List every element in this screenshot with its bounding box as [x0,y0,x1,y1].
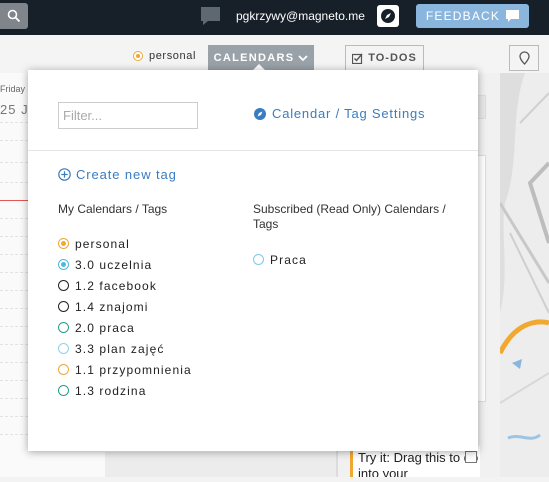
todos-button[interactable]: TO-DOS [345,45,424,71]
calendar-item[interactable]: 1.1 przypomnienia [58,359,192,380]
calendar-label: 2.0 praca [75,320,135,335]
search-button[interactable] [0,3,28,29]
legend-label: personal [149,50,196,62]
chevron-down-icon [298,54,309,61]
feedback-button[interactable]: FEEDBACK [416,4,529,28]
calendar-item[interactable]: 2.0 praca [58,317,192,338]
calendar-color-dot[interactable] [58,280,69,291]
checkbox-icon [352,53,363,64]
subscribed-list: Praca [253,249,307,270]
calendar-item[interactable]: personal [58,233,192,254]
calendar-settings-link[interactable]: Calendar / Tag Settings [254,106,425,121]
calendar-color-dot[interactable] [253,254,264,265]
map-pin-button[interactable] [509,45,539,71]
calendar-color-dot[interactable] [58,364,69,375]
calendar-color-dot[interactable] [58,322,69,333]
all-day-strip [105,452,340,477]
calendar-item[interactable]: 3.0 uczelnia [58,254,192,275]
calendar-item[interactable]: 1.4 znajomi [58,296,192,317]
todo-checkbox[interactable] [465,451,477,463]
my-calendars-list: personal 3.0 uczelnia 1.2 facebook 1.4 z… [58,233,192,401]
calendars-popover: Calendar / Tag Settings Create new tag M… [28,70,478,451]
create-tag-label: Create new tag [76,167,177,182]
todo-text: Try it: Drag this to do into your [358,450,479,477]
top-bar: pgkrzywy@magneto.me FEEDBACK [0,0,549,35]
calendar-label: 1.4 znajomi [75,299,149,314]
map-panel[interactable] [497,73,549,477]
calendars-label: CALENDARS [213,52,295,64]
calendar-label: 3.0 uczelnia [75,257,153,272]
personal-legend-dot [133,51,143,61]
calendar-color-dot[interactable] [58,259,69,270]
compass-button[interactable] [377,5,399,27]
map-pin-icon [518,51,530,65]
chat-icon[interactable] [200,6,221,31]
calendar-label: 3.3 plan zajęć [75,341,165,356]
settings-label: Calendar / Tag Settings [272,106,426,121]
search-icon [7,9,21,23]
plus-circle-icon [58,168,71,181]
calendar-color-dot[interactable] [58,238,69,249]
compass-icon [254,107,266,120]
calendar-label: 1.1 przypomnienia [75,362,192,377]
todos-label: TO-DOS [368,52,417,64]
map-image [497,73,549,477]
my-calendars-title: My Calendars / Tags [58,202,168,216]
calendar-item[interactable]: 1.3 rodzina [58,380,192,401]
day-label: Friday [0,84,26,94]
calendar-label: 1.3 rodzina [75,383,147,398]
compass-icon [381,9,395,23]
feedback-label: FEEDBACK [425,9,501,23]
subscribed-item[interactable]: Praca [253,249,307,270]
create-tag-button[interactable]: Create new tag [58,167,177,182]
divider [28,150,478,151]
subscribed-title: Subscribed (Read Only) Calendars / Tags [253,202,446,231]
calendar-color-dot[interactable] [58,343,69,354]
speech-bubble-icon [506,10,520,22]
calendar-color-dot[interactable] [58,301,69,312]
calendar-item[interactable]: 3.3 plan zajęć [58,338,192,359]
calendar-label: 1.2 facebook [75,278,157,293]
calendar-label: personal [75,236,130,251]
user-email[interactable]: pgkrzywy@magneto.me [236,9,365,23]
calendar-item[interactable]: 1.2 facebook [58,275,192,296]
calendar-color-dot[interactable] [58,385,69,396]
filter-input[interactable] [58,102,198,129]
current-time-line [0,200,28,201]
calendar-label: Praca [270,252,307,267]
